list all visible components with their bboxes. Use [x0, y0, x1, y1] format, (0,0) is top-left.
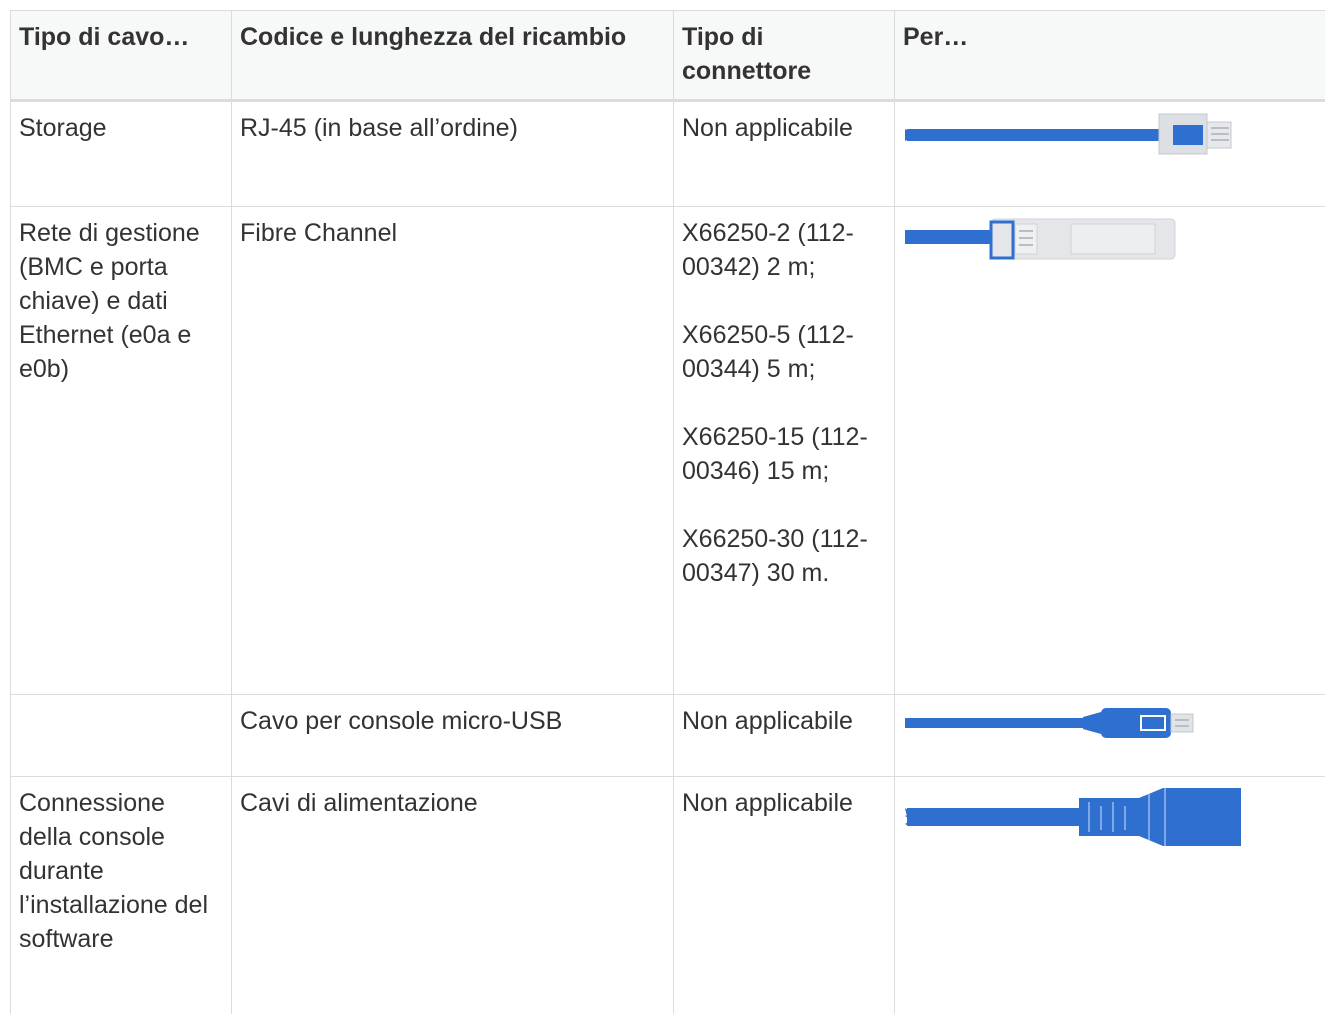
table-row: Connessione della console durante l’inst…	[11, 777, 1325, 1014]
cell-cable-type: Rete di gestione (BMC e porta chiave) e …	[11, 207, 232, 695]
cell-part: Cavi di alimentazione	[232, 777, 674, 1014]
power-cable-icon	[903, 786, 1318, 856]
cell-cable-type: Storage	[11, 101, 232, 207]
cell-connector: Non applicabile	[674, 695, 895, 777]
header-part-number: Codice e lunghezza del ricambio	[232, 11, 674, 101]
connector-text: Non applicabile	[682, 786, 886, 820]
cell-image	[895, 695, 1325, 777]
cell-image	[895, 777, 1325, 1014]
cell-part: RJ-45 (in base all’ordine)	[232, 101, 674, 207]
connector-text: Non applicabile	[682, 111, 886, 145]
connector-text: Non applicabile	[682, 704, 886, 738]
table-row: Storage RJ-45 (in base all’ordine) Non a…	[11, 101, 1325, 207]
connector-text: X66250-2 (112-00342) 2 m;	[682, 216, 886, 284]
table-row: Rete di gestione (BMC e porta chiave) e …	[11, 207, 1325, 695]
header-row: Tipo di cavo… Codice e lunghezza del ric…	[11, 11, 1325, 101]
cell-connector: Non applicabile	[674, 777, 895, 1014]
table-row: Cavo per console micro-USB Non applicabi…	[11, 695, 1325, 777]
header-for: Per…	[895, 11, 1325, 101]
cable-table: Tipo di cavo… Codice e lunghezza del ric…	[10, 10, 1325, 1014]
cell-image	[895, 101, 1325, 207]
micro-usb-cable-icon	[903, 704, 1318, 744]
connector-text: X66250-15 (112-00346) 15 m;	[682, 420, 886, 488]
header-cable-type: Tipo di cavo…	[11, 11, 232, 101]
cell-connector: X66250-2 (112-00342) 2 m; X66250-5 (112-…	[674, 207, 895, 695]
table-header: Tipo di cavo… Codice e lunghezza del ric…	[11, 11, 1325, 101]
cell-connector: Non applicabile	[674, 101, 895, 207]
cell-cable-type: Connessione della console durante l’inst…	[11, 777, 232, 1014]
connector-text: X66250-30 (112-00347) 30 m.	[682, 522, 886, 590]
rj45-cable-icon	[903, 111, 1318, 163]
connector-text: X66250-5 (112-00344) 5 m;	[682, 318, 886, 386]
header-connector-type: Tipo di connettore	[674, 11, 895, 101]
cell-part: Fibre Channel	[232, 207, 674, 695]
cell-part: Cavo per console micro-USB	[232, 695, 674, 777]
fibre-channel-cable-icon	[903, 216, 1318, 266]
cell-image	[895, 207, 1325, 695]
cell-cable-type	[11, 695, 232, 777]
